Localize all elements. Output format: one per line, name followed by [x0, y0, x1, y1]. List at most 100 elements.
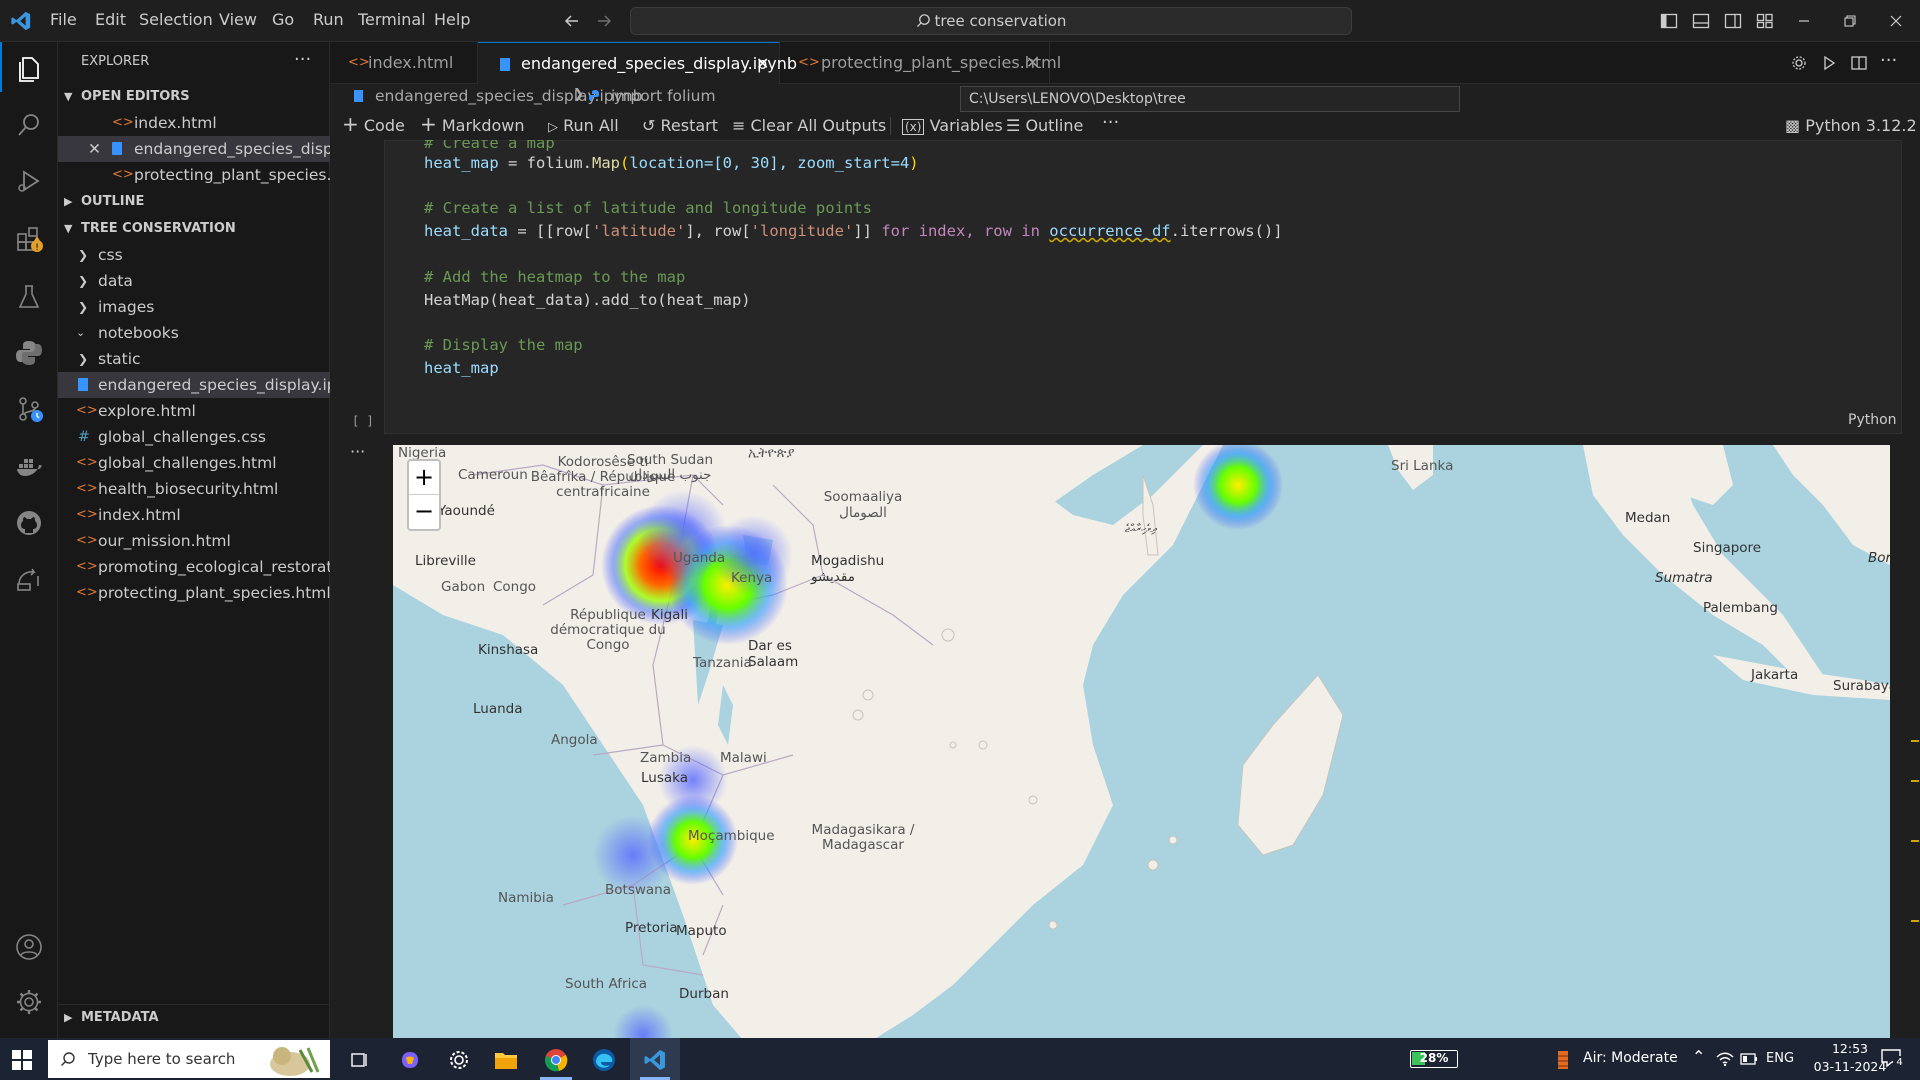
docker-icon[interactable]	[14, 452, 44, 482]
zoom-in-button[interactable]: +	[409, 461, 439, 495]
outline-button[interactable]: ☰ Outline	[1006, 116, 1083, 135]
clock-time[interactable]: 12:53	[1812, 1041, 1888, 1056]
explorer-icon[interactable]	[14, 54, 44, 84]
chevron-up-icon[interactable]: ⌃	[1692, 1047, 1705, 1066]
toggle-panel-icon[interactable]	[1692, 12, 1710, 30]
search-view-icon[interactable]	[14, 110, 44, 140]
settings-gear-icon[interactable]	[1790, 54, 1808, 72]
extensions-icon[interactable]: !	[14, 224, 44, 254]
variables-button[interactable]: (x) Variables	[902, 116, 1003, 135]
close-window-icon[interactable]	[1888, 13, 1904, 29]
windows-start-icon[interactable]	[12, 1050, 32, 1070]
add-code-cell-button[interactable]: + Code	[342, 114, 405, 135]
tree-folder-notebooks[interactable]: ⌄ notebooks	[58, 320, 330, 346]
zoom-out-button[interactable]: −	[409, 495, 439, 529]
tree-file-notebook[interactable]: endangered_species_display.ipy...	[58, 372, 330, 398]
tree-folder-static[interactable]: ❯ static	[58, 346, 330, 372]
menu-edit[interactable]: Edit	[95, 10, 126, 29]
close-tab-icon[interactable]: ✕	[756, 43, 769, 85]
open-editor-item-active[interactable]: ✕ endangered_species_displ...	[58, 136, 330, 162]
open-editor-item[interactable]: <> protecting_plant_species.h...	[58, 162, 330, 188]
tree-file[interactable]: <> global_challenges.html	[58, 450, 330, 476]
battery-indicator[interactable]: 28%	[1410, 1050, 1458, 1068]
menu-view[interactable]: View	[219, 10, 257, 29]
code-line: heat_map	[424, 359, 499, 377]
breadcrumb-file[interactable]: endangered_species_display.ipynb	[375, 87, 642, 105]
vscode-taskbar-button[interactable]	[630, 1038, 680, 1080]
clear-all-outputs-button[interactable]: ≡ Clear All Outputs	[732, 116, 886, 135]
back-arrow-icon[interactable]	[563, 12, 581, 30]
tree-folder-css[interactable]: ❯ css	[58, 242, 330, 268]
tab-protecting-plant-species[interactable]: <> protecting_plant_species.html ✕	[780, 42, 1061, 84]
run-debug-icon[interactable]	[14, 166, 44, 196]
breadcrumb-symbol[interactable]: import folium	[611, 87, 716, 105]
menu-selection[interactable]: Selection	[139, 10, 213, 29]
menu-help[interactable]: Help	[434, 10, 470, 29]
menu-go[interactable]: Go	[272, 10, 294, 29]
copilot-icon[interactable]	[398, 1048, 422, 1072]
run-icon[interactable]	[1820, 54, 1838, 72]
forward-arrow-icon[interactable]	[595, 12, 613, 30]
split-editor-icon[interactable]	[1850, 54, 1868, 72]
open-editor-item[interactable]: <> index.html	[58, 110, 330, 136]
account-icon[interactable]	[14, 932, 44, 962]
restart-button[interactable]: ↺ Restart	[642, 116, 718, 135]
wifi-icon[interactable]	[1716, 1051, 1734, 1067]
tree-folder-images[interactable]: ❯ images	[58, 294, 330, 320]
toggle-sidebar-icon[interactable]	[1660, 12, 1678, 30]
output-more-icon[interactable]: ···	[350, 442, 365, 461]
chrome-icon[interactable]	[544, 1048, 568, 1072]
folium-heatmap-output[interactable]: Nigeria Cameroun Kodorosêse ti Bêafrîka …	[393, 445, 1890, 1040]
remote-explorer-icon[interactable]	[14, 564, 44, 594]
battery-icon[interactable]	[1740, 1052, 1758, 1066]
tree-file[interactable]: <> health_biosecurity.html	[58, 476, 330, 502]
notification-center[interactable]: 4	[1880, 1048, 1906, 1070]
cell-language-label[interactable]: Python	[1848, 412, 1897, 428]
python-icon[interactable]	[14, 338, 44, 368]
restore-icon[interactable]	[1842, 13, 1858, 29]
air-quality-text[interactable]: Air: Moderate	[1583, 1050, 1678, 1066]
github-icon[interactable]	[14, 508, 44, 538]
toggle-secondary-sidebar-icon[interactable]	[1724, 12, 1742, 30]
manage-gear-icon[interactable]	[14, 987, 44, 1017]
source-control-icon[interactable]	[14, 394, 44, 424]
add-markdown-cell-button[interactable]: + Markdown	[420, 114, 524, 135]
code-cell[interactable]	[384, 140, 1902, 434]
close-icon[interactable]: ✕	[88, 136, 101, 162]
customize-layout-icon[interactable]	[1756, 12, 1774, 30]
tree-file[interactable]: <> promoting_ecological_restorati...	[58, 554, 330, 580]
tree-file[interactable]: # global_challenges.css	[58, 424, 330, 450]
menu-terminal[interactable]: Terminal	[358, 10, 426, 29]
more-actions-icon[interactable]: ···	[1880, 50, 1897, 71]
run-all-button[interactable]: ▷ Run All	[548, 116, 619, 135]
metadata-section[interactable]: ▶ METADATA	[58, 1004, 330, 1030]
file-explorer-icon[interactable]	[494, 1049, 518, 1071]
workspace-folder-section[interactable]: ▼ TREE CONSERVATION	[58, 216, 330, 242]
tree-folder-data[interactable]: ❯ data	[58, 268, 330, 294]
open-editors-section[interactable]: ▼ OPEN EDITORS	[58, 84, 330, 110]
tab-endangered-species-notebook[interactable]: endangered_species_display.ipynb ✕	[478, 42, 797, 85]
close-tab-icon[interactable]: ✕	[1026, 42, 1039, 84]
tab-index-html[interactable]: <> index.html	[330, 42, 478, 84]
tree-file[interactable]: <> index.html	[58, 502, 330, 528]
tree-file[interactable]: <> explore.html	[58, 398, 330, 424]
testing-flask-icon[interactable]	[14, 282, 44, 312]
tree-item-label: promoting_ecological_restorati...	[98, 558, 330, 576]
menu-run[interactable]: Run	[313, 10, 344, 29]
settings-app-icon[interactable]	[448, 1049, 470, 1071]
command-center-search[interactable]: tree conservation	[630, 7, 1352, 35]
menu-file[interactable]: File	[50, 10, 77, 29]
language-indicator[interactable]: ENG	[1766, 1051, 1794, 1066]
clock-date[interactable]: 03-11-2024	[1812, 1059, 1888, 1074]
more-actions-icon[interactable]: ···	[1102, 112, 1119, 133]
more-actions-icon[interactable]: ···	[294, 49, 311, 70]
taskbar-search-box[interactable]: Type here to search	[48, 1040, 330, 1078]
tree-file[interactable]: <> protecting_plant_species.html	[58, 580, 330, 606]
task-view-icon[interactable]	[350, 1050, 370, 1070]
edge-icon[interactable]	[592, 1048, 616, 1072]
editor-scrollbar[interactable]	[1905, 140, 1920, 1038]
kernel-picker[interactable]: ▩ Python 3.12.2	[1785, 116, 1917, 135]
tree-file[interactable]: <> our_mission.html	[58, 528, 330, 554]
outline-section[interactable]: ▶ OUTLINE	[58, 189, 330, 215]
minimize-icon[interactable]	[1796, 13, 1812, 29]
